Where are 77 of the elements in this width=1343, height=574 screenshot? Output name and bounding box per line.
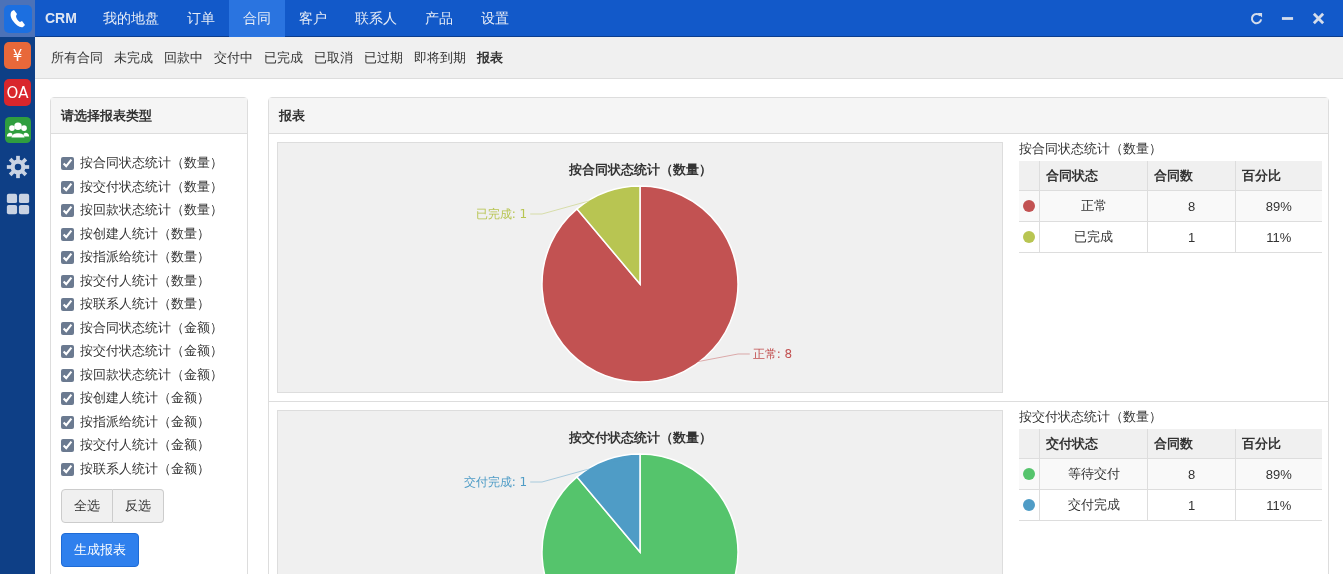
- table-title: 按合同状态统计（数量）: [1019, 140, 1163, 158]
- data-label: 交付完成: 1: [463, 475, 528, 489]
- checkbox-label: 按联系人统计（数量）: [80, 296, 210, 314]
- generate-report-button[interactable]: 生成报表: [61, 533, 139, 567]
- filter-link[interactable]: 所有合同: [51, 48, 103, 67]
- close-icon[interactable]: [1312, 11, 1325, 25]
- nav-tab[interactable]: 合同: [228, 0, 285, 37]
- checkbox[interactable]: [61, 298, 74, 312]
- column-header: 合同数: [1147, 429, 1236, 459]
- nav-tab[interactable]: 联系人: [340, 0, 411, 37]
- checkbox-label: 按联系人统计（金额）: [80, 460, 210, 478]
- chart-title: 按交付状态统计（数量）: [568, 430, 712, 445]
- panel-title: 报表: [269, 98, 1328, 134]
- table-cell: 8: [1147, 458, 1236, 490]
- checkbox[interactable]: [61, 274, 74, 288]
- checkbox[interactable]: [61, 204, 74, 218]
- data-label: 已完成: 1: [475, 207, 528, 221]
- table-cell: 1: [1147, 489, 1236, 521]
- column-header: 百分比: [1235, 161, 1322, 191]
- filter-link[interactable]: 交付中: [214, 48, 253, 67]
- checkbox[interactable]: [61, 345, 74, 359]
- nav-tab[interactable]: 设置: [466, 0, 523, 37]
- table-cell: 等待交付: [1039, 458, 1148, 490]
- refresh-icon[interactable]: [1250, 11, 1263, 25]
- column-header: 合同数: [1147, 161, 1236, 191]
- table-cell: 1: [1147, 221, 1236, 253]
- data-label: 正常: 8: [752, 347, 793, 361]
- filter-link[interactable]: 报表: [477, 48, 503, 67]
- checkbox-label: 按指派给统计（金额）: [80, 413, 210, 431]
- checkbox[interactable]: [61, 392, 74, 406]
- select-button[interactable]: 反选: [113, 489, 164, 523]
- checkbox-label: 按交付人统计（金额）: [80, 437, 210, 455]
- checkbox[interactable]: [61, 180, 74, 194]
- checkbox[interactable]: [61, 415, 74, 429]
- checkbox-label: 按回款状态统计（金额）: [80, 366, 223, 384]
- filter-link[interactable]: 回款中: [164, 48, 203, 67]
- checkbox-label: 按合同状态统计（数量）: [80, 155, 223, 173]
- chart-title: 按合同状态统计（数量）: [568, 162, 712, 177]
- table-cell: 89%: [1235, 190, 1322, 222]
- select-button[interactable]: 全选: [61, 489, 113, 523]
- checkbox[interactable]: [61, 368, 74, 382]
- checkbox-label: 按交付人统计（数量）: [80, 272, 210, 290]
- filter-link[interactable]: 已过期: [364, 48, 403, 67]
- checkbox-label: 按交付状态统计（金额）: [80, 343, 223, 361]
- table-cell: 8: [1147, 190, 1236, 222]
- filter-link[interactable]: 未完成: [114, 48, 153, 67]
- column-header: 百分比: [1235, 429, 1322, 459]
- checkbox-label: 按创建人统计（数量）: [80, 225, 210, 243]
- table-cell: 11%: [1235, 489, 1322, 521]
- filter-link[interactable]: 已取消: [314, 48, 353, 67]
- checkbox-label: 按创建人统计（金额）: [80, 390, 210, 408]
- checkbox-label: 按交付状态统计（数量）: [80, 178, 223, 196]
- panel-title: 请选择报表类型: [51, 98, 247, 134]
- checkbox[interactable]: [61, 227, 74, 241]
- app-brand[interactable]: CRM: [35, 10, 89, 26]
- table-cell: 已完成: [1039, 221, 1148, 253]
- table-cell: 89%: [1235, 458, 1322, 490]
- nav-tab[interactable]: 订单: [172, 0, 229, 37]
- checkbox[interactable]: [61, 462, 74, 476]
- checkbox[interactable]: [61, 251, 74, 265]
- table-cell: 11%: [1235, 221, 1322, 253]
- checkbox-label: 按合同状态统计（金额）: [80, 319, 223, 337]
- column-header: 合同状态: [1039, 161, 1148, 191]
- table-cell: 正常: [1039, 190, 1148, 222]
- filter-link[interactable]: 即将到期: [414, 48, 466, 67]
- column-header: 交付状态: [1039, 429, 1148, 459]
- checkbox[interactable]: [61, 157, 74, 171]
- filter-link[interactable]: 已完成: [264, 48, 303, 67]
- checkbox[interactable]: [61, 439, 74, 453]
- checkbox-label: 按回款状态统计（数量）: [80, 202, 223, 220]
- checkbox-label: 按指派给统计（数量）: [80, 249, 210, 267]
- nav-tab[interactable]: 客户: [284, 0, 341, 37]
- nav-tab[interactable]: 我的地盘: [88, 0, 173, 37]
- table-title: 按交付状态统计（数量）: [1019, 408, 1163, 426]
- checkbox[interactable]: [61, 321, 74, 335]
- table-cell: 交付完成: [1039, 489, 1148, 521]
- nav-tab[interactable]: 产品: [410, 0, 467, 37]
